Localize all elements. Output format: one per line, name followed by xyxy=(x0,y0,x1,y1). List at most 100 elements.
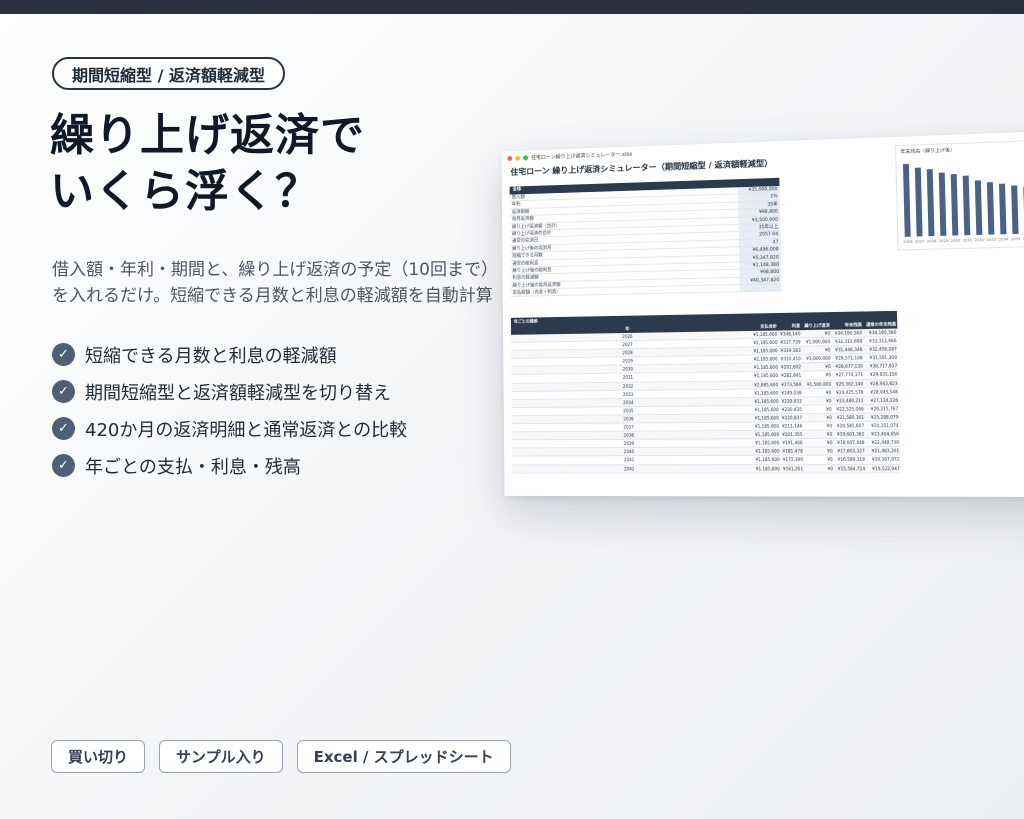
yearly-cell: ¥1,000,000 xyxy=(802,338,832,346)
yearly-cell: ¥0 xyxy=(801,330,831,338)
yearly-cell: ¥1,185,600 xyxy=(748,414,780,422)
yearly-cell: ¥1,185,600 xyxy=(747,364,779,372)
yearly-cell: 2040 xyxy=(512,448,749,456)
yearly-cell: ¥0 xyxy=(804,439,834,447)
yearly-cell: ¥0 xyxy=(802,346,832,354)
summary-value: 2057-04 xyxy=(739,231,781,239)
yearly-cell: ¥25,362,140 xyxy=(832,380,864,388)
yearly-cell: ¥15,564,724 xyxy=(834,464,866,471)
chart-bar xyxy=(951,174,959,236)
yearly-cell: ¥1,185,600 xyxy=(748,372,780,380)
yearly-cell: ¥20,507,972 xyxy=(866,456,901,464)
yearly-cell: ¥0 xyxy=(804,465,834,472)
yearly-cell: ¥337,739 xyxy=(778,339,801,347)
yearly-cell: ¥0 xyxy=(803,388,833,396)
yearly-cell: ¥17,603,327 xyxy=(834,447,866,455)
yearly-cell: ¥33,312,666 xyxy=(863,337,898,345)
yearly-cell: ¥29,835,156 xyxy=(864,371,899,379)
feature-label: 年ごとの支払・利息・残高 xyxy=(85,453,301,479)
yearly-cell: ¥31,446,348 xyxy=(831,346,863,354)
yearly-cell: ¥23,480,211 xyxy=(832,397,864,405)
description: 借入額・年利・期間と、繰り上げ返済の予定（10回まで）を入れるだけ。短縮できる月… xyxy=(52,257,504,309)
tag-excel-spreadsheet: Excel / スプレッドシート xyxy=(297,740,511,773)
feature-label: 期間短縮型と返済額軽減型を切り替え xyxy=(85,379,391,405)
yearly-cell: ¥239,933 xyxy=(779,397,802,405)
yearly-cell: ¥2,685,600 xyxy=(748,381,780,389)
feature-item: ✓ 期間短縮型と返済額軽減型を切り替え xyxy=(52,373,407,410)
chart-tick-label: 2033 xyxy=(987,238,997,242)
yearly-cell: ¥171,390 xyxy=(781,456,804,463)
yearly-cell: ¥22,448,730 xyxy=(866,439,901,447)
summary-value: ¥1,148,388 xyxy=(739,261,781,269)
yearly-cell: ¥1,000,000 xyxy=(802,355,832,363)
yearly-cell: ¥0 xyxy=(803,397,833,405)
yearly-cell: 2036 xyxy=(512,414,749,423)
yearly-cell: ¥21,483,201 xyxy=(866,447,901,455)
yearly-cell: ¥25,288,079 xyxy=(865,413,900,421)
yearly-cell: ¥201,355 xyxy=(780,431,803,438)
yearly-cell: ¥1,185,600 xyxy=(747,331,779,339)
chart-tick-label: 2029 xyxy=(939,239,948,243)
summary-value: ¥40,347,820 xyxy=(740,277,782,284)
yearly-cell: ¥0 xyxy=(803,414,833,422)
yearly-cell: ¥273,569 xyxy=(779,380,802,388)
yearly-cell: ¥0 xyxy=(802,372,832,380)
yearly-cell: 2041 xyxy=(512,456,749,464)
tag-list: 買い切り サンプル入り Excel / スプレッドシート xyxy=(51,740,511,773)
summary-value: 35年以上 xyxy=(739,224,781,232)
yearly-column-header: 利息 xyxy=(778,321,801,331)
summary-value: ¥98,800 xyxy=(738,209,780,217)
yearly-cell: ¥32,312,698 xyxy=(831,338,863,346)
yearly-cell: 2039 xyxy=(512,440,749,448)
summary-value: ¥6,496,008 xyxy=(739,246,781,254)
yearly-cell: ¥31,591,300 xyxy=(864,354,899,362)
yearly-cell: ¥249,038 xyxy=(779,389,802,397)
yearly-cell: ¥34,160,560 xyxy=(831,329,863,337)
summary-value: ¥98,800 xyxy=(739,269,781,276)
chart-tick-label: 2026 xyxy=(903,240,912,244)
headline-line-1: 繰り上げ返済で xyxy=(50,108,490,164)
yearly-cell: ¥230,435 xyxy=(780,406,803,414)
yearly-cell: ¥22,525,046 xyxy=(833,405,865,413)
yearly-cell: ¥2,185,600 xyxy=(747,356,779,364)
yearly-cell: ¥319,183 xyxy=(779,347,802,355)
yearly-cell: ¥191,466 xyxy=(780,439,803,446)
balance-chart: 年末残高（繰り上げ後） 2026 2027 2028 2029 2030 2031 2032… xyxy=(895,139,1024,250)
yearly-cell: ¥28,943,823 xyxy=(864,379,899,387)
chart-bar xyxy=(999,184,1006,235)
minimize-dot-icon xyxy=(515,155,520,160)
yearly-cell: ¥1,185,600 xyxy=(749,439,781,446)
yearly-cell: ¥19,601,362 xyxy=(833,431,865,439)
yearly-cell: ¥1,185,600 xyxy=(748,423,780,431)
yearly-cell: ¥1,185,600 xyxy=(749,448,781,455)
file-name: 住宅ローン繰り上げ返済シミュレーター.xlsx xyxy=(531,150,632,161)
chart-tick-label: 2031 xyxy=(963,238,973,242)
yearly-cell: ¥0 xyxy=(802,363,832,371)
chart-tick-label: 2027 xyxy=(915,239,924,243)
yearly-column-header: 支払合計 xyxy=(747,321,779,331)
yearly-cell: ¥0 xyxy=(803,431,833,439)
yearly-column-header: 通常の年末残高 xyxy=(863,319,898,329)
yearly-cell: ¥1,185,600 xyxy=(749,456,781,463)
yearly-cell: ¥27,134,226 xyxy=(865,396,900,404)
chart-tick-label: 2030 xyxy=(951,238,961,242)
feature-list: ✓ 短縮できる月数と利息の軽減額 ✓ 期間短縮型と返済額軽減型を切り替え ✓ 420か… xyxy=(52,336,407,484)
headline: 繰り上げ返済で いくら浮く？ xyxy=(50,108,490,220)
chart-tick-label: 2028 xyxy=(927,239,936,243)
feature-item: ✓ 年ごとの支払・利息・残高 xyxy=(52,447,407,484)
yearly-cell: ¥161,201 xyxy=(781,465,804,472)
feature-label: 420か月の返済明細と通常返済との比較 xyxy=(85,416,407,442)
yearly-cell: ¥348,140 xyxy=(778,330,801,338)
yearly-cell: ¥1,185,600 xyxy=(749,465,781,472)
chart-bar xyxy=(975,180,983,235)
yearly-cell: ¥30,717,617 xyxy=(864,362,899,370)
yearly-cell: ¥1,185,600 xyxy=(748,406,780,414)
tag-sample-included: サンプル入り xyxy=(159,740,283,773)
yearly-cell: 2037 xyxy=(512,423,749,432)
yearly-cell: ¥28,043,548 xyxy=(864,388,899,396)
yearly-cell: ¥1,185,600 xyxy=(749,431,781,439)
yearly-cell: ¥28,677,130 xyxy=(832,363,864,371)
feature-label: 短縮できる月数と利息の軽減額 xyxy=(85,342,337,368)
yearly-cell: ¥1,500,000 xyxy=(802,380,832,388)
yearly-cell: ¥0 xyxy=(803,405,833,413)
